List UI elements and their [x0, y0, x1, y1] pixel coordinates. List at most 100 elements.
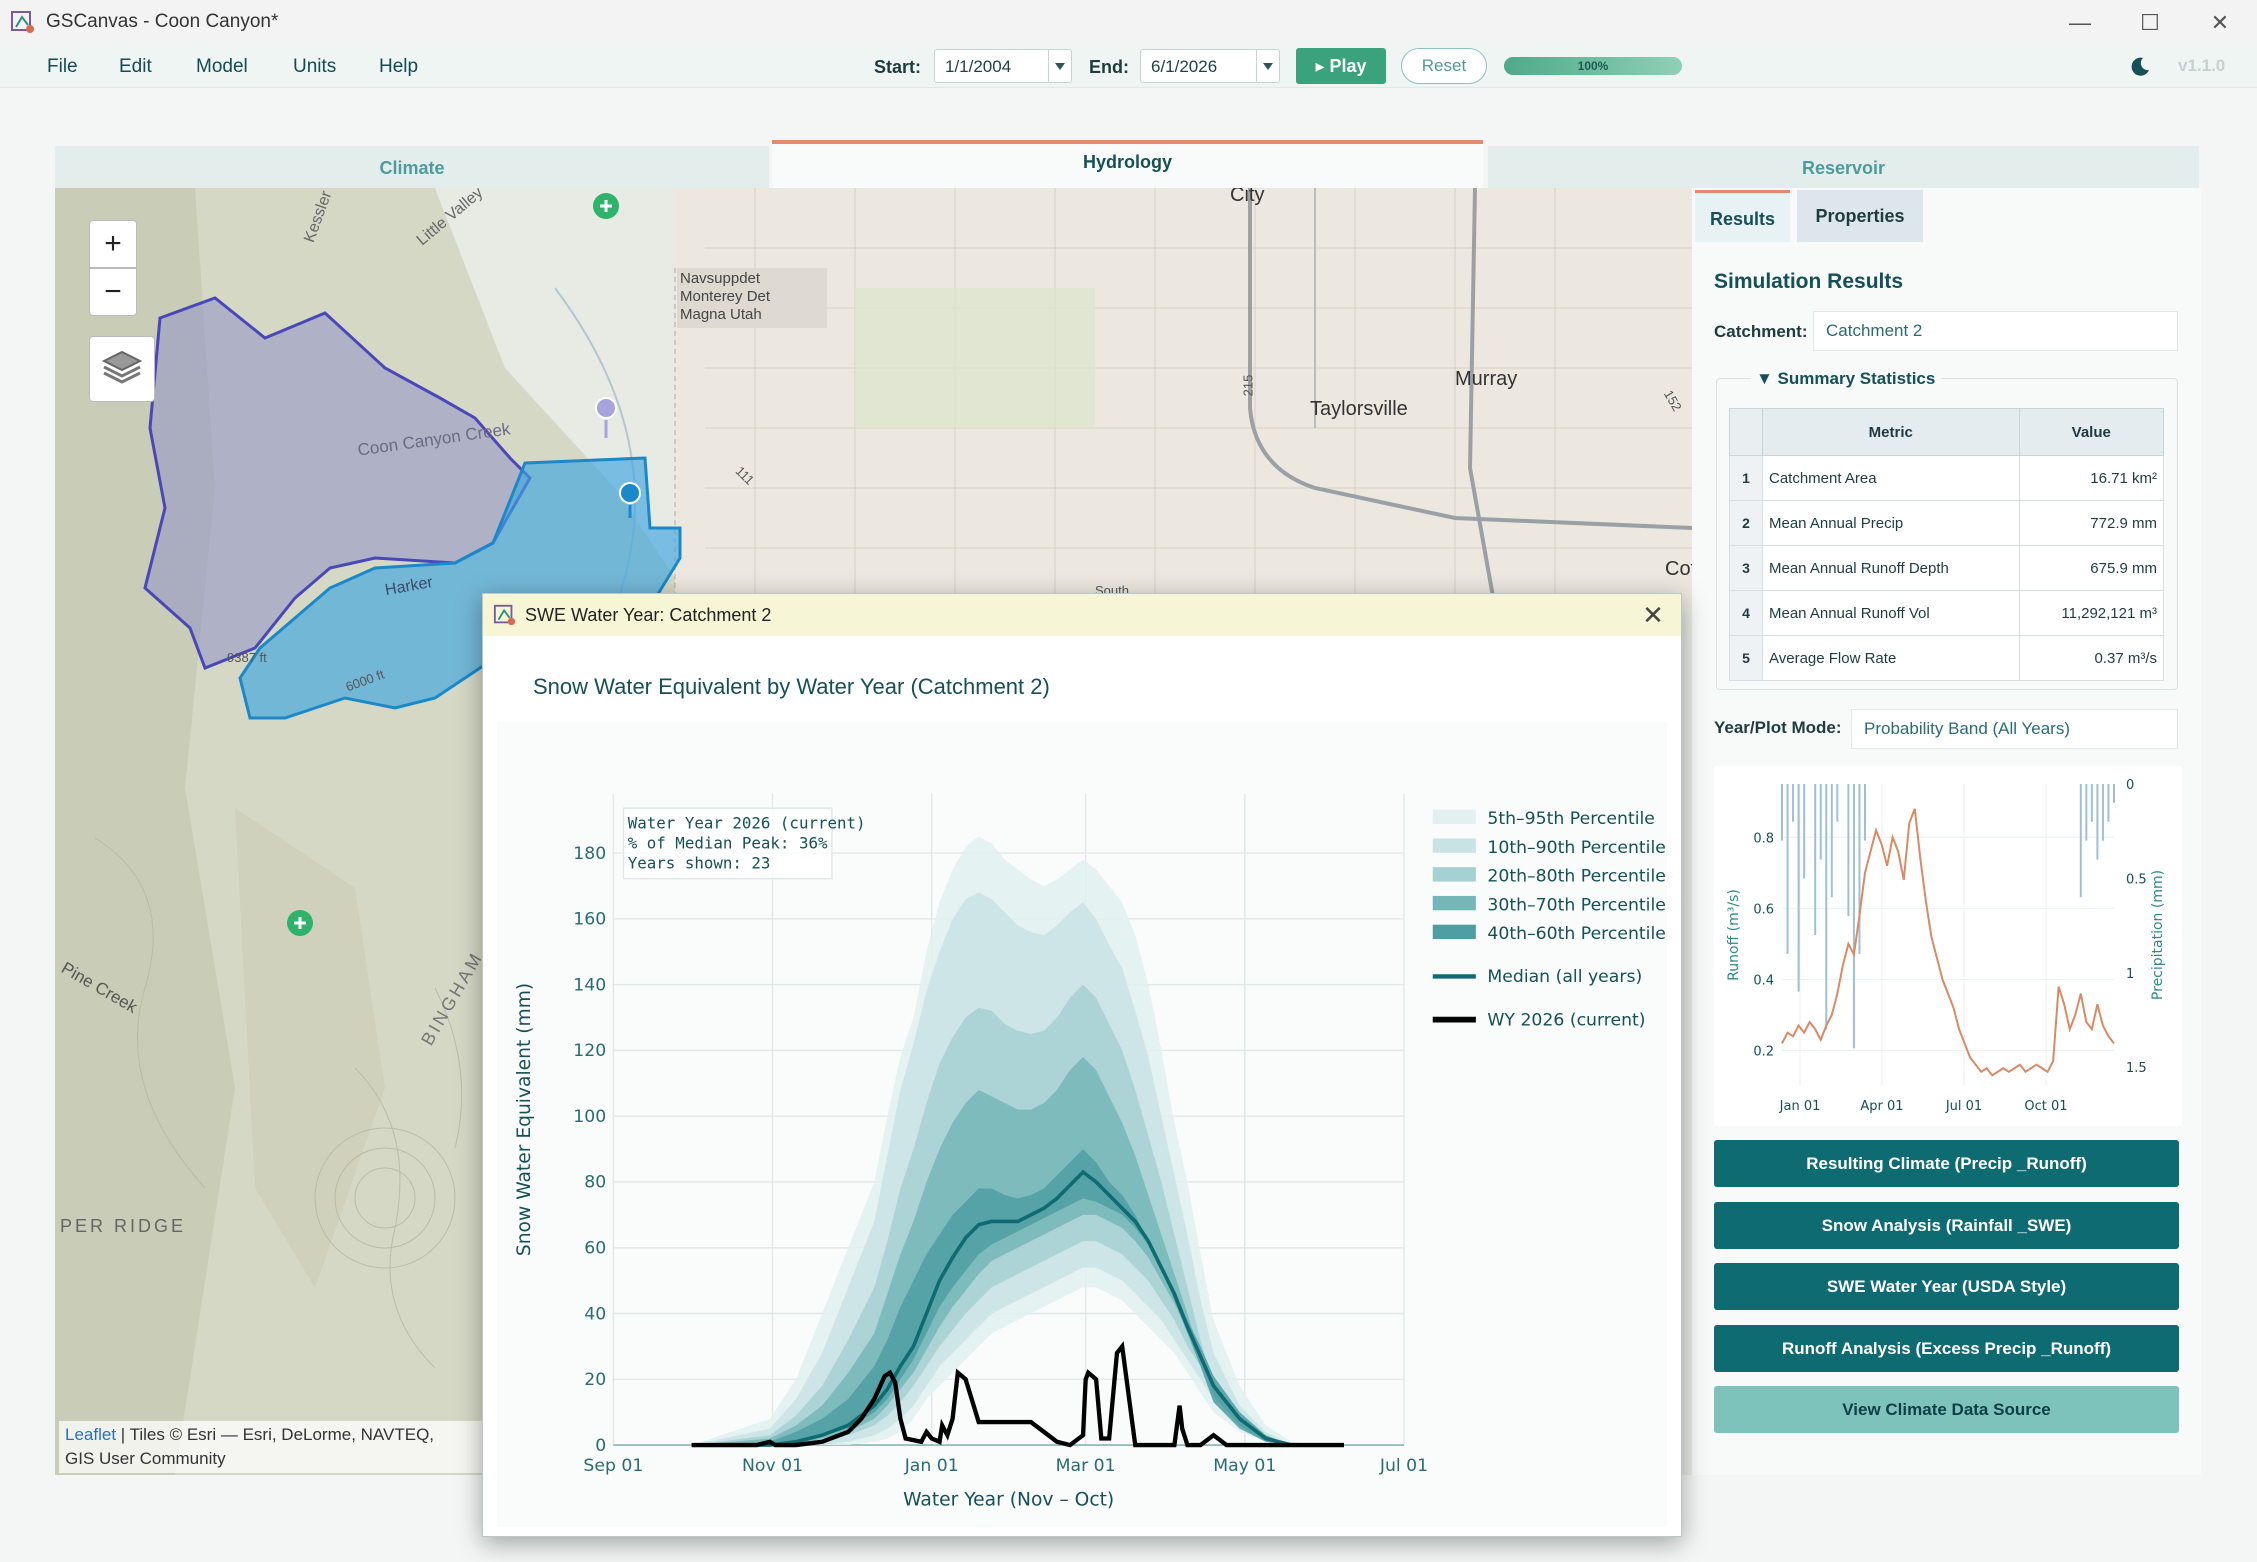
y-tick-label: 0: [595, 1436, 606, 1456]
column-header-value[interactable]: Value: [2018, 408, 2165, 456]
y-tick-label: 40: [584, 1304, 606, 1324]
play-button[interactable]: ▸ Play: [1296, 48, 1386, 84]
legend-label: Median (all years): [1487, 967, 1642, 987]
legend-label: WY 2026 (current): [1487, 1010, 1645, 1030]
y2-tick-label: 1.5: [2126, 1061, 2147, 1076]
x-tick-label: Mar 01: [1056, 1456, 1116, 1476]
summary-statistics-toggle[interactable]: ▼ Summary Statistics: [1750, 369, 1942, 389]
minimize-button[interactable]: —: [2052, 6, 2108, 40]
map-label: Navsuppdet: [680, 270, 761, 287]
row-index: 4: [1729, 590, 1763, 636]
leaflet-link[interactable]: Leaflet: [65, 1425, 116, 1444]
y2-tick-label: 1: [2126, 967, 2134, 982]
start-date-picker[interactable]: 1/1/2004: [934, 49, 1072, 83]
tab-climate[interactable]: Climate: [55, 146, 769, 188]
start-date-value: 1/1/2004: [945, 57, 1012, 76]
popup-close-button[interactable]: ✕: [1635, 600, 1671, 630]
popup-title: SWE Water Year: Catchment 2: [525, 605, 772, 625]
x-tick-label: Jan 01: [1779, 1099, 1821, 1114]
tab-results[interactable]: Results: [1695, 190, 1790, 242]
y2-axis-label: Precipitation (mm): [2150, 870, 2166, 1000]
y-tick-label: 60: [584, 1238, 606, 1258]
annotation-text: Water Year 2026 (current): [628, 813, 866, 832]
progress-bar: 100%: [1504, 57, 1682, 75]
y-tick-label: 0.6: [1753, 902, 1774, 917]
table-corner: [1729, 408, 1763, 456]
swe-chart[interactable]: Sep 01 Nov 01 Jan 01 Mar 01 May 01 Jul 01 0 20 4…: [497, 722, 1667, 1527]
table-row[interactable]: 2 Mean Annual Precip 772.9 mm: [1729, 500, 2165, 546]
menu-help[interactable]: Help: [379, 56, 418, 78]
value-cell: 16.71 km²: [2018, 455, 2165, 501]
plot-mode-select[interactable]: Probability Band (All Years): [1851, 709, 2178, 749]
metric-cell: Mean Annual Runoff Depth: [1762, 545, 2020, 591]
layers-button[interactable]: [89, 336, 155, 402]
runoff-precip-chart[interactable]: 0.2 0.4 0.6 0.8 0 0.5 1 1.5 Jan 01 Apr 01 Jul 01 Oc…: [1714, 766, 2182, 1126]
row-index: 2: [1729, 500, 1763, 546]
simulation-results-title: Simulation Results: [1714, 270, 1904, 293]
window-title: GSCanvas - Coon Canyon*: [46, 11, 279, 32]
swe-water-year-button[interactable]: SWE Water Year (USDA Style): [1714, 1263, 2179, 1310]
mini-chart-svg: 0.2 0.4 0.6 0.8 0 0.5 1 1.5 Jan 01 Apr 01 Jul 01 Oc…: [1726, 778, 2166, 1114]
map-label: Monterey Det: [680, 288, 771, 305]
row-index: 5: [1729, 635, 1763, 681]
moon-icon[interactable]: [2128, 55, 2152, 79]
chevron-down-icon[interactable]: [1256, 50, 1279, 82]
value-cell: 11,292,121 m³: [2018, 590, 2165, 636]
start-label: Start:: [874, 57, 922, 77]
table-row[interactable]: 3 Mean Annual Runoff Depth 675.9 mm: [1729, 545, 2165, 591]
close-window-button[interactable]: ✕: [2192, 6, 2248, 40]
y-tick-label: 80: [584, 1173, 606, 1193]
app-logo-icon: [493, 604, 516, 626]
layers-icon: [101, 350, 143, 384]
y2-tick-label: 0.5: [2126, 872, 2147, 887]
table-row[interactable]: 4 Mean Annual Runoff Vol 11,292,121 m³: [1729, 590, 2165, 636]
reset-button[interactable]: Reset: [1401, 48, 1487, 84]
zoom-out-button[interactable]: −: [89, 268, 137, 316]
row-index: 1: [1729, 455, 1763, 501]
tab-reservoir[interactable]: Reservoir: [1488, 146, 2199, 188]
catchment-select[interactable]: Catchment 2: [1813, 311, 2178, 351]
chevron-down-icon[interactable]: [1048, 50, 1071, 82]
end-date-picker[interactable]: 6/1/2026: [1140, 49, 1280, 83]
x-tick-label: Jan 01: [904, 1456, 959, 1476]
metric-cell: Catchment Area: [1762, 455, 2020, 501]
y-axis-label: Snow Water Equivalent (mm): [514, 983, 535, 1256]
map-label: Cott: [1665, 558, 1692, 580]
x-tick-label: Jul 01: [1945, 1099, 1982, 1114]
metric-cell: Average Flow Rate: [1762, 635, 2020, 681]
metric-cell: Mean Annual Runoff Vol: [1762, 590, 2020, 636]
y-tick-label: 140: [573, 975, 606, 995]
chart-heading: Snow Water Equivalent by Water Year (Cat…: [533, 674, 1050, 699]
menu-model[interactable]: Model: [196, 56, 248, 78]
menu-units[interactable]: Units: [293, 56, 336, 78]
y-tick-label: 20: [584, 1370, 606, 1390]
menu-edit[interactable]: Edit: [119, 56, 152, 78]
value-cell: 0.37 m³/s: [2018, 635, 2165, 681]
legend-label: 30th–70th Percentile: [1487, 895, 1666, 915]
table-row[interactable]: 5 Average Flow Rate 0.37 m³/s: [1729, 635, 2165, 681]
runoff-analysis-button[interactable]: Runoff Analysis (Excess Precip _Runoff): [1714, 1325, 2179, 1372]
legend-label: 5th–95th Percentile: [1487, 809, 1655, 829]
map-label: Taylorsville: [1310, 398, 1408, 420]
annotation-text: % of Median Peak: 36%: [628, 834, 828, 853]
table-row[interactable]: 1 Catchment Area 16.71 km²: [1729, 455, 2165, 501]
snow-analysis-button[interactable]: Snow Analysis (Rainfall _SWE): [1714, 1202, 2179, 1249]
maximize-button[interactable]: ☐: [2122, 6, 2178, 40]
value-cell: 772.9 mm: [2018, 500, 2165, 546]
y2-tick-label: 0: [2126, 778, 2134, 793]
resulting-climate-button[interactable]: Resulting Climate (Precip _Runoff): [1714, 1140, 2179, 1187]
menu-file[interactable]: File: [47, 56, 78, 78]
column-header-metric[interactable]: Metric: [1762, 408, 2020, 456]
tab-properties[interactable]: Properties: [1797, 190, 1923, 242]
swe-chart-svg: Sep 01 Nov 01 Jan 01 Mar 01 May 01 Jul 01 0 20 4…: [514, 793, 1666, 1510]
x-tick-label: May 01: [1213, 1456, 1276, 1476]
map-attribution: Leaflet | Tiles © Esri — Esri, DeLorme, …: [59, 1421, 499, 1473]
y-tick-label: 0.2: [1753, 1044, 1774, 1059]
view-climate-data-source-button[interactable]: View Climate Data Source: [1714, 1386, 2179, 1433]
map-label: Magna Utah: [680, 306, 762, 323]
map-label: City: [1230, 188, 1265, 206]
zoom-in-button[interactable]: +: [89, 220, 137, 268]
attribution-text-line2: GIS User Community: [65, 1449, 226, 1468]
y-tick-label: 100: [573, 1107, 606, 1127]
tab-hydrology[interactable]: Hydrology: [772, 140, 1483, 188]
